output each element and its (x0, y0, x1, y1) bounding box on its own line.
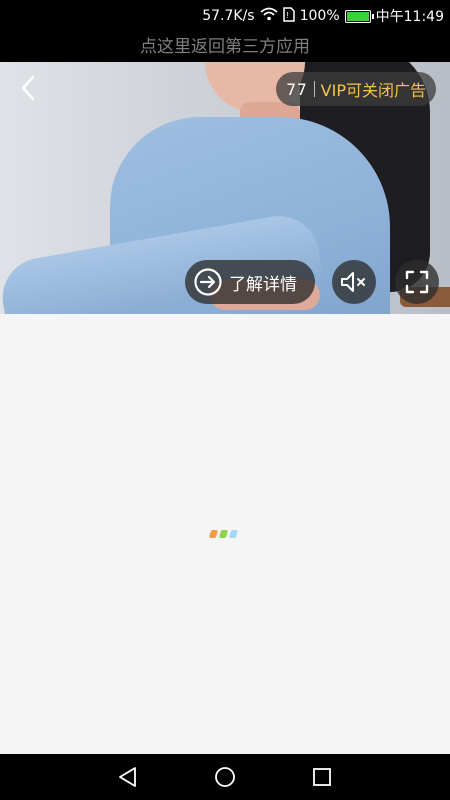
loading-dot (228, 530, 239, 538)
pill-divider (313, 81, 315, 97)
nav-recents-button[interactable] (302, 757, 342, 797)
battery-icon (344, 9, 374, 23)
nav-back-button[interactable] (108, 757, 148, 797)
vip-close-ad-button[interactable]: 77 VIP可关闭广告 (276, 72, 436, 106)
network-speed: 57.7K/s (202, 8, 255, 24)
learn-more-button[interactable]: 了解详情 (185, 260, 315, 304)
svg-text:!: ! (286, 11, 288, 20)
recents-square-icon (312, 768, 331, 786)
back-triangle-icon (119, 767, 137, 787)
arrow-circle-icon (194, 268, 222, 296)
status-indicators: 57.7K/s ! 100% 中午11:49 (202, 0, 444, 32)
mute-button[interactable] (332, 260, 376, 304)
back-arrow-icon (21, 75, 35, 101)
clock: 中午11:49 (375, 9, 444, 25)
fullscreen-icon (405, 270, 429, 294)
mute-icon (341, 272, 365, 292)
loading-indicator (208, 530, 239, 538)
learn-more-label: 了解详情 (229, 274, 297, 295)
vip-close-label: VIP可关闭广告 (320, 81, 426, 100)
back-button[interactable] (10, 70, 46, 106)
loading-dot (208, 530, 219, 538)
nav-home-button[interactable] (205, 757, 245, 797)
navigation-bar (0, 754, 450, 800)
ad-countdown: 77 (286, 79, 308, 99)
sim-icon: ! (282, 6, 295, 26)
loading-dot (218, 530, 229, 538)
ad-video-player[interactable]: 77 VIP可关闭广告 了解详情 (0, 62, 450, 314)
wifi-icon (260, 7, 278, 25)
status-bar: 57.7K/s ! 100% 中午11:49 (0, 0, 450, 32)
home-circle-icon (215, 767, 235, 787)
battery-level (346, 11, 369, 21)
fullscreen-button[interactable] (395, 260, 439, 304)
battery-percent: 100% (299, 8, 340, 24)
return-to-app-bar[interactable]: 点这里返回第三方应用 (0, 32, 450, 62)
